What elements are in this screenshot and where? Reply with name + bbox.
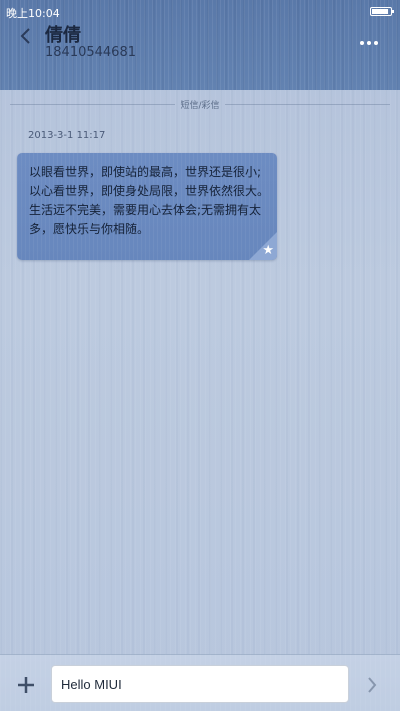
divider-right <box>225 104 390 105</box>
star-icon: ★ <box>262 243 274 258</box>
chevron-left-icon <box>20 28 30 44</box>
send-arrow-icon <box>368 677 377 693</box>
contact-number[interactable]: 18410544681 <box>45 45 136 60</box>
plus-icon <box>18 677 34 693</box>
message-input[interactable] <box>51 665 349 703</box>
conversation-header: 晚上10:04 倩倩 18410544681 <box>0 0 400 90</box>
star-badge: ★ <box>249 232 277 260</box>
add-attachment-button[interactable] <box>14 673 38 697</box>
more-button[interactable] <box>354 30 384 56</box>
message-timestamp: 2013-3-1 11:17 <box>28 130 106 141</box>
more-dots-icon <box>360 41 378 45</box>
back-button[interactable] <box>12 23 38 49</box>
battery-icon <box>370 7 394 16</box>
message-text: 以眼看世界，即使站的最高，世界还是很小;以心看世界，即使身处局限，世界依然很大。… <box>29 165 270 236</box>
send-button[interactable] <box>362 673 382 697</box>
status-time: 晚上10:04 <box>6 7 60 20</box>
message-bubble[interactable]: 以眼看世界，即使站的最高，世界还是很小;以心看世界，即使身处局限，世界依然很大。… <box>17 153 277 260</box>
contact-name: 倩倩 <box>45 25 81 46</box>
input-bar <box>0 654 400 711</box>
status-bar: 晚上10:04 <box>0 0 400 22</box>
